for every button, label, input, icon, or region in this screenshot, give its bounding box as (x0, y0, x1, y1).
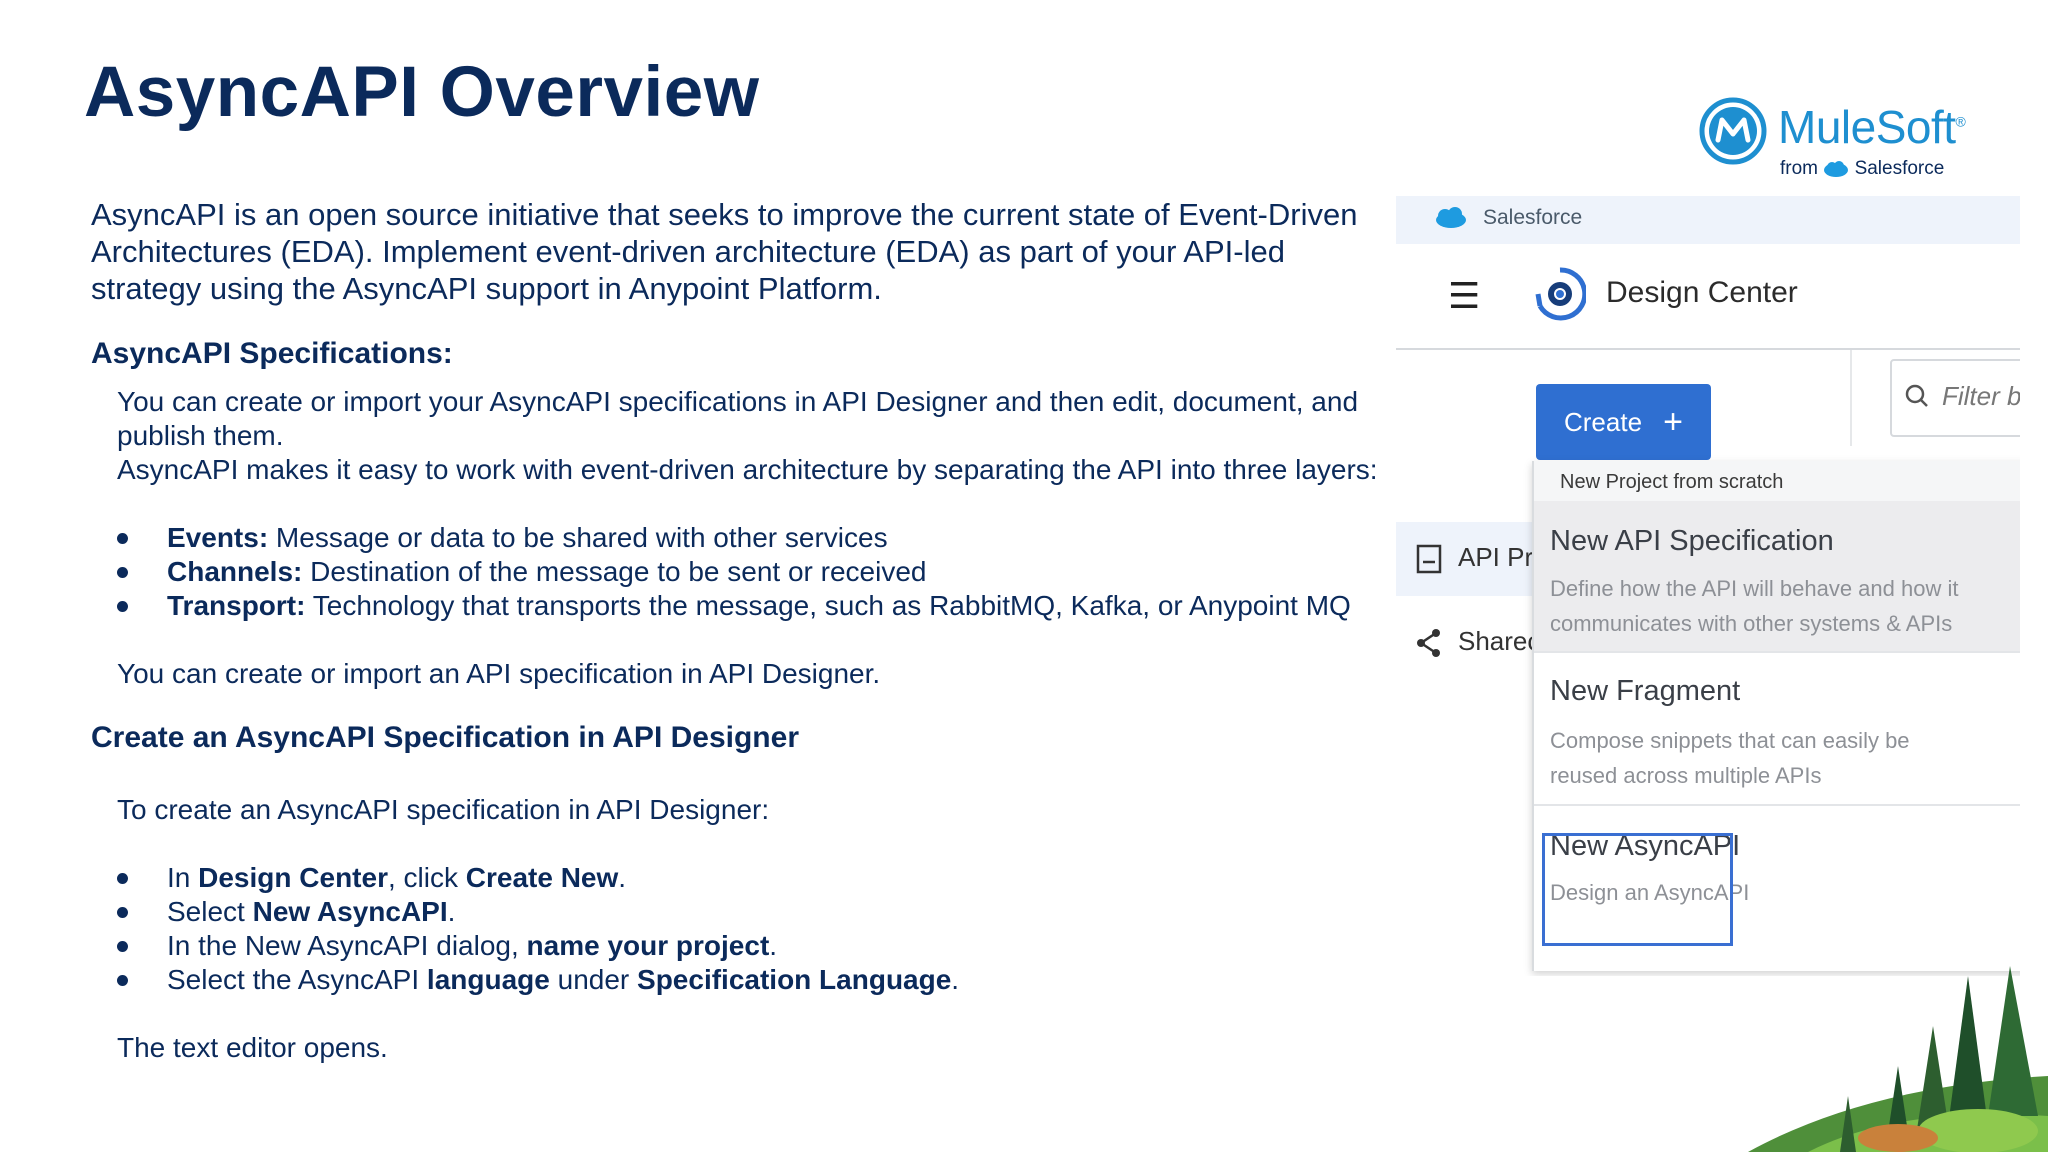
slide-content: AsyncAPI is an open source initiative th… (91, 196, 1391, 1065)
selection-highlight (1542, 833, 1733, 946)
list-item: Select the AsyncAPI language under Speci… (117, 963, 1391, 997)
mulesoft-logo: MuleSoft® from Salesforce (1698, 96, 1966, 186)
logo-subtitle: from Salesforce (1780, 158, 1945, 179)
document-icon (1416, 544, 1442, 574)
filter-placeholder: Filter b (1942, 381, 2020, 411)
mulesoft-logo-icon (1699, 97, 1767, 165)
specs-paragraph-1: You can create or import your AsyncAPI s… (117, 386, 1359, 451)
list-item: Select New AsyncAPI. (117, 895, 1391, 929)
menu-item-title: New Fragment (1550, 675, 1741, 707)
menu-item-title: New API Specification (1550, 525, 1834, 557)
plus-icon: + (1663, 403, 1683, 441)
list-item: In Design Center, click Create New. (117, 861, 1391, 895)
header-title: Design Center (1606, 276, 1798, 309)
slide-title: AsyncAPI Overview (84, 53, 760, 132)
list-item: In the New AsyncAPI dialog, name your pr… (117, 929, 1391, 963)
share-icon (1417, 629, 1440, 657)
salesforce-top-bar: Salesforce (1396, 196, 2020, 244)
list-item: Transport: Technology that transports th… (117, 589, 1391, 623)
hamburger-menu-icon[interactable]: ☰ (1448, 275, 1480, 317)
top-bar-label: Salesforce (1483, 206, 1583, 229)
specs-paragraph-3: You can create or import an API specific… (117, 658, 881, 689)
specs-paragraph-2: AsyncAPI makes it easy to work with even… (117, 454, 1378, 485)
create-dropdown-menu: New Project from scratch New API Specifi… (1532, 461, 2020, 971)
salesforce-cloud-icon (1436, 207, 1466, 228)
dropdown-header: New Project from scratch (1534, 461, 2020, 501)
create-button[interactable]: Create + (1536, 384, 1711, 460)
divider (1850, 350, 1852, 446)
sidebar-item-api-projects[interactable]: API Pro (1396, 522, 1548, 596)
layers-list: Events: Message or data to be shared wit… (117, 521, 1391, 623)
closing-text: The text editor opens. (117, 1032, 388, 1063)
menu-item-description: reused across multiple APIs (1550, 763, 1822, 788)
steps-list: In Design Center, click Create New. Sele… (117, 861, 1391, 997)
logo-brand: MuleSoft® (1778, 101, 1966, 153)
sidebar-item-label: Sharec (1458, 626, 1541, 656)
design-center-screenshot: Salesforce ☰ Design Center Create + Filt… (1396, 196, 2020, 976)
design-center-header: ☰ Design Center (1396, 244, 2020, 350)
design-center-logo-icon (1535, 267, 1586, 321)
list-item: Channels: Destination of the message to … (117, 555, 1391, 589)
menu-item-description: Define how the API will behave and how i… (1550, 576, 1959, 601)
salesforce-cloud-icon (1824, 160, 1849, 177)
create-intro: To create an AsyncAPI specification in A… (117, 794, 770, 825)
specs-heading: AsyncAPI Specifications: (91, 337, 453, 370)
search-icon (1905, 384, 1928, 407)
sidebar-item-shared[interactable]: Sharec (1396, 616, 1540, 676)
menu-item-description: Compose snippets that can easily be (1550, 728, 1910, 753)
create-heading: Create an AsyncAPI Specification in API … (91, 721, 799, 754)
menu-item-description: communicates with other systems & APIs (1550, 611, 1953, 636)
create-button-label: Create (1564, 407, 1643, 437)
menu-item-new-api-specification[interactable]: New API Specification Define how the API… (1534, 501, 2020, 651)
intro-paragraph: AsyncAPI is an open source initiative th… (91, 197, 1358, 306)
list-item: Events: Message or data to be shared wit… (117, 521, 1391, 555)
menu-item-new-fragment[interactable]: New Fragment Compose snippets that can e… (1534, 653, 2020, 803)
filter-input[interactable]: Filter b (1890, 359, 2020, 437)
trees-illustration (1748, 966, 2048, 1152)
